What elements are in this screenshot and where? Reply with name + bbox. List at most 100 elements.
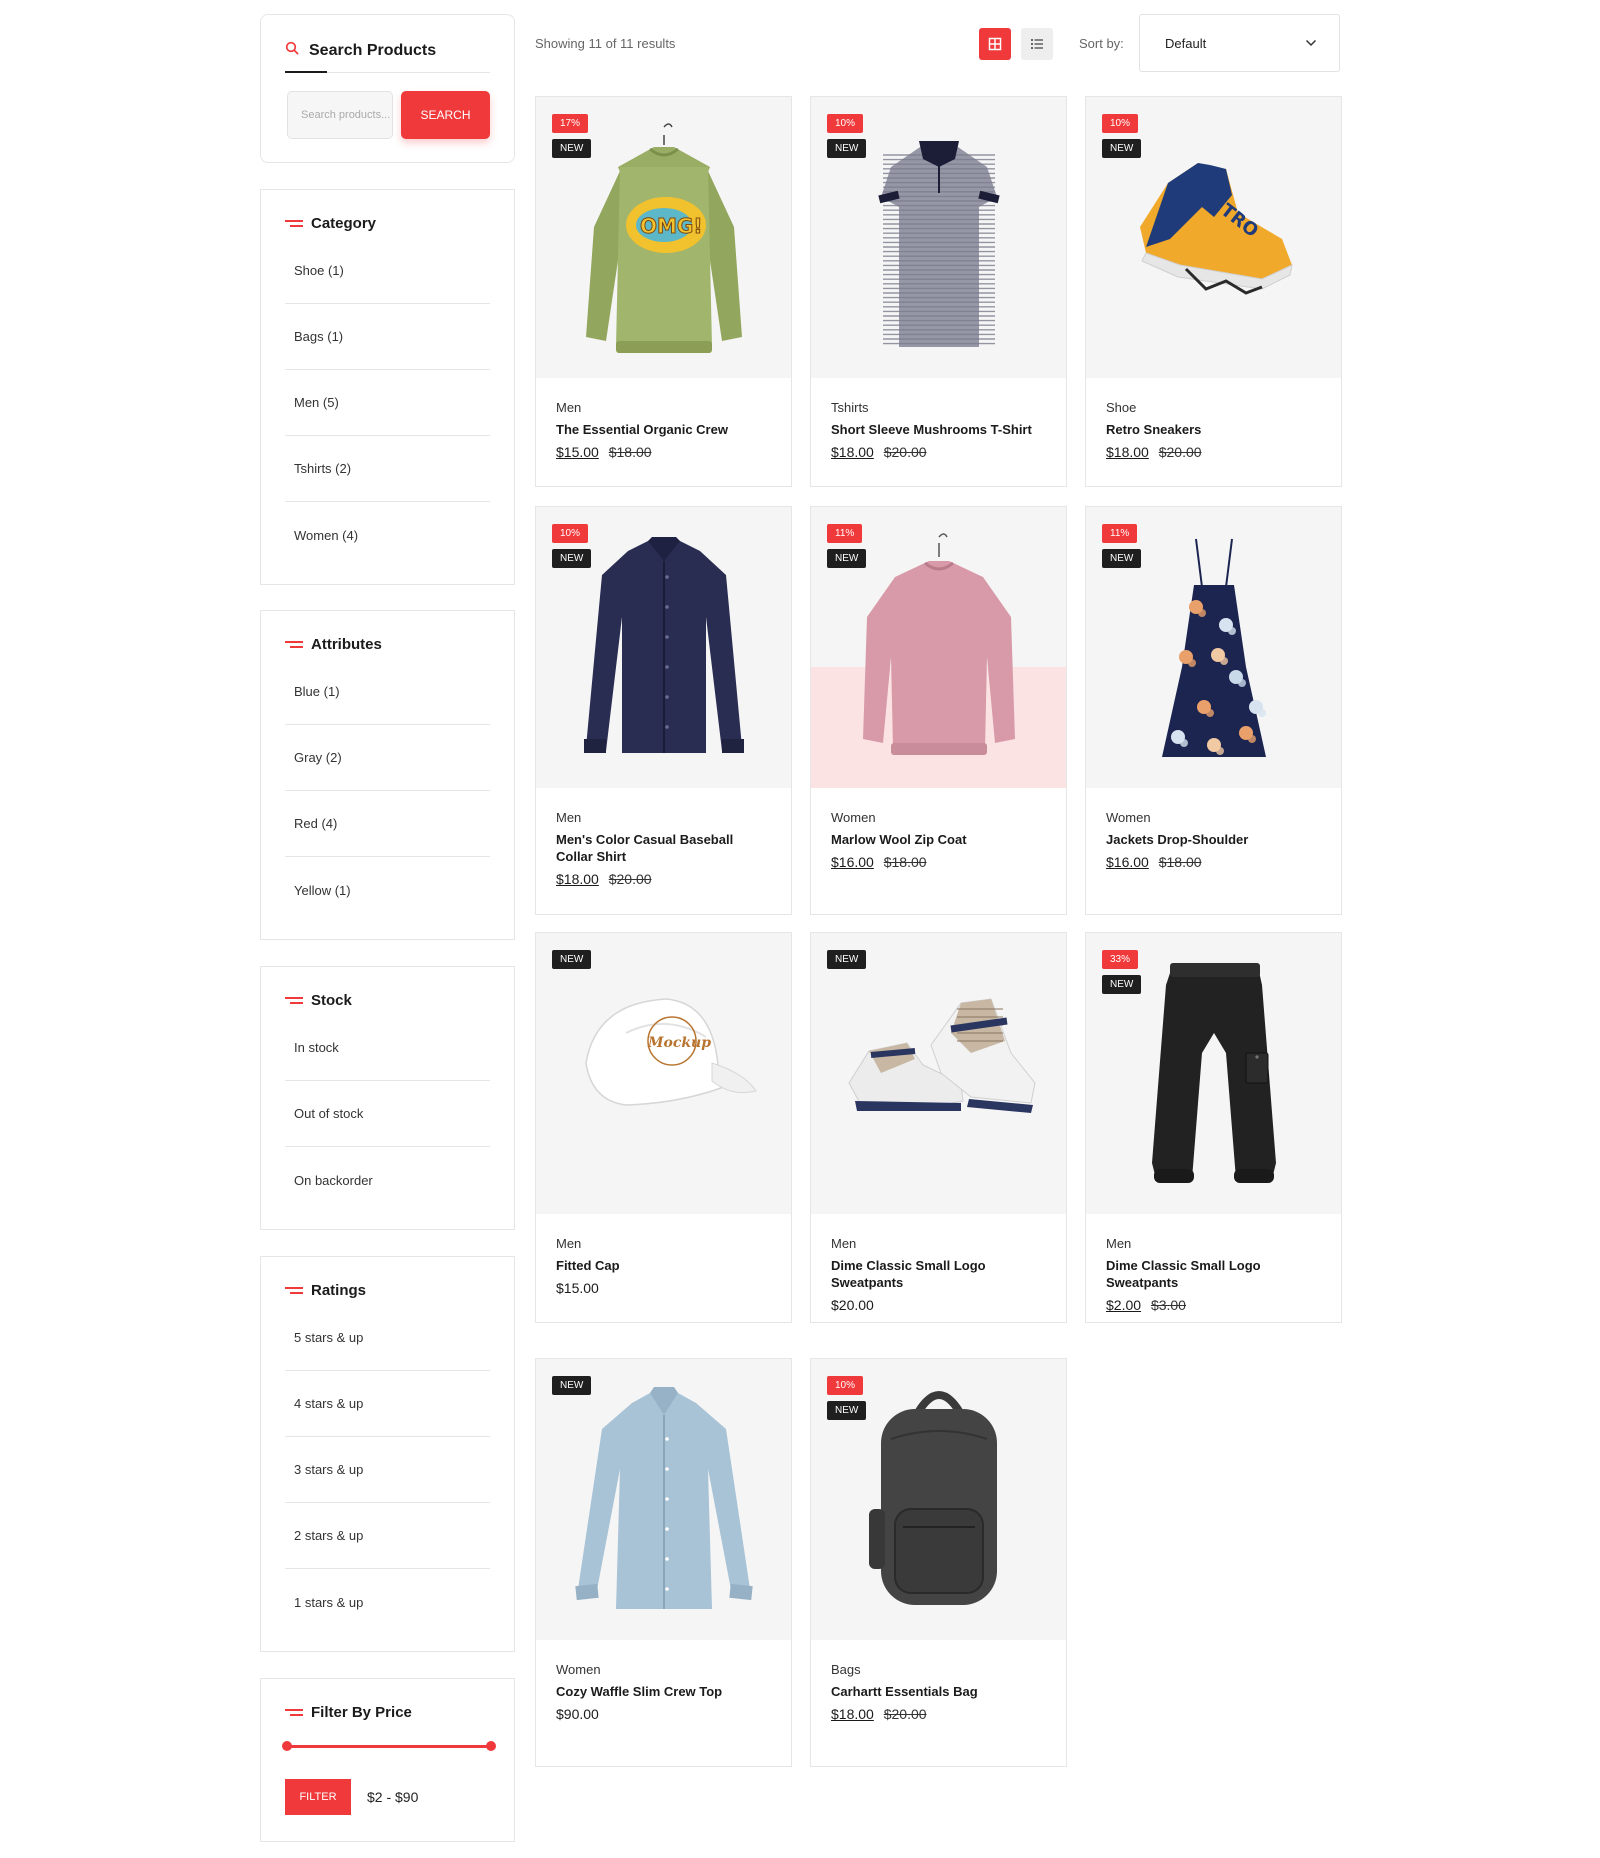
product-card[interactable]: RETRO 10% NEW Shoe Retro Sneakers $18.00…	[1085, 96, 1342, 487]
product-name[interactable]: Retro Sneakers	[1106, 421, 1321, 438]
product-price-row: $90.00	[556, 1706, 771, 1722]
product-card[interactable]: 10% NEW Men Men's Color Casual Baseball …	[535, 506, 792, 915]
product-name[interactable]: Men's Color Casual Baseball Collar Shirt	[556, 831, 771, 865]
product-image[interactable]: 11% NEW	[811, 507, 1066, 788]
product-image[interactable]: RETRO 10% NEW	[1086, 97, 1341, 378]
product-category: Men	[556, 1236, 582, 1251]
new-badge: NEW	[1102, 139, 1142, 158]
product-price: $18.00	[831, 1706, 874, 1722]
price-filter-title: Filter By Price	[285, 1704, 412, 1721]
product-card[interactable]: NEW Men Dime Classic Small Logo Sweatpan…	[810, 932, 1067, 1323]
product-card[interactable]: OMG! 17% NEW Men The Essential Organic C…	[535, 96, 792, 487]
product-card[interactable]: Mockup NEW Men Fitted Cap $15.00	[535, 932, 792, 1323]
product-name[interactable]: Jackets Drop-Shoulder	[1106, 831, 1321, 848]
product-name[interactable]: Dime Classic Small Logo Sweatpants	[831, 1257, 1046, 1291]
attribute-item-yellow[interactable]: Yellow (1)	[285, 857, 490, 923]
product-image[interactable]: OMG! 17% NEW	[536, 97, 791, 378]
product-old-price: $3.00	[1150, 1297, 1186, 1313]
rating-item-2[interactable]: 2 stars & up	[285, 1503, 490, 1569]
product-category: Women	[556, 1662, 601, 1677]
product-name[interactable]: Fitted Cap	[556, 1257, 771, 1274]
product-old-price: $20.00	[1158, 444, 1202, 460]
category-item-shoe[interactable]: Shoe (1)	[285, 238, 490, 304]
product-info: Shoe Retro Sneakers $18.00 $20.00	[1086, 378, 1341, 460]
rating-item-4[interactable]: 4 stars & up	[285, 1371, 490, 1437]
product-image[interactable]: 10% NEW	[536, 507, 791, 788]
new-badge: NEW	[1102, 549, 1142, 568]
product-price: $2.00	[1106, 1297, 1142, 1313]
discount-badge: 11%	[827, 524, 863, 543]
product-name[interactable]: The Essential Organic Crew	[556, 421, 771, 438]
product-card[interactable]: 11% NEW Women Marlow Wool Zip Coat $16.0…	[810, 506, 1067, 915]
product-old-price: $18.00	[1158, 854, 1202, 870]
search-input[interactable]	[287, 91, 393, 139]
search-icon	[285, 41, 299, 60]
sort-select[interactable]: Default	[1139, 14, 1340, 72]
product-category: Shoe	[1106, 400, 1137, 415]
rating-item-1[interactable]: 1 stars & up	[285, 1569, 490, 1635]
rating-item-3[interactable]: 3 stars & up	[285, 1437, 490, 1503]
grid-icon	[988, 37, 1002, 51]
product-name[interactable]: Cozy Waffle Slim Crew Top	[556, 1683, 771, 1700]
product-name[interactable]: Carhartt Essentials Bag	[831, 1683, 1046, 1700]
product-image[interactable]: NEW	[811, 933, 1066, 1214]
product-image[interactable]: NEW	[536, 1359, 791, 1640]
ratings-title-label: Ratings	[311, 1282, 367, 1299]
category-item-tshirts[interactable]: Tshirts (2)	[285, 436, 490, 502]
filter-button[interactable]: FILTER	[285, 1779, 351, 1815]
product-illustration	[575, 1387, 753, 1609]
product-price-row: $2.00 $3.00	[1106, 1297, 1321, 1313]
product-info: Men Men's Color Casual Baseball Collar S…	[536, 788, 791, 887]
product-image[interactable]: Mockup NEW	[536, 933, 791, 1214]
stock-item-in-stock[interactable]: In stock	[285, 1015, 490, 1081]
new-badge: NEW	[552, 549, 592, 568]
attribute-item-red[interactable]: Red (4)	[285, 791, 490, 857]
product-image[interactable]: 11% NEW	[1086, 507, 1341, 788]
search-button[interactable]: SEARCH	[401, 91, 490, 139]
grid-view-button[interactable]	[979, 28, 1011, 60]
new-badge: NEW	[552, 139, 592, 158]
product-illustration	[848, 998, 1036, 1113]
product-info: Men Dime Classic Small Logo Sweatpants $…	[1086, 1214, 1341, 1313]
rating-item-5[interactable]: 5 stars & up	[285, 1305, 490, 1371]
product-category: Men	[831, 1236, 857, 1251]
product-category: Tshirts	[831, 400, 869, 415]
category-item-bags[interactable]: Bags (1)	[285, 304, 490, 370]
new-badge: NEW	[827, 1401, 867, 1420]
product-card[interactable]: 11% NEW Women Jackets Drop-Shoulder $16.…	[1085, 506, 1342, 915]
category-item-men[interactable]: Men (5)	[285, 370, 490, 436]
product-price-row: $18.00 $20.00	[556, 871, 771, 887]
dash-icon	[285, 1287, 303, 1294]
category-item-women[interactable]: Women (4)	[285, 502, 490, 568]
price-range-track[interactable]	[287, 1745, 491, 1748]
product-old-price: $20.00	[883, 1706, 927, 1722]
attribute-item-blue[interactable]: Blue (1)	[285, 659, 490, 725]
product-card[interactable]: 33% NEW Men Dime Classic Small Logo Swea…	[1085, 932, 1342, 1323]
price-min-handle[interactable]	[282, 1741, 292, 1751]
product-image[interactable]: 10% NEW	[811, 97, 1066, 378]
product-price: $20.00	[831, 1297, 874, 1313]
stock-list: In stock Out of stock On backorder	[285, 1015, 490, 1213]
product-name[interactable]: Short Sleeve Mushrooms T-Shirt	[831, 421, 1046, 438]
product-price-row: $18.00 $20.00	[1106, 444, 1321, 460]
stock-item-out-of-stock[interactable]: Out of stock	[285, 1081, 490, 1147]
product-image[interactable]: 10% NEW	[811, 1359, 1066, 1640]
product-name[interactable]: Marlow Wool Zip Coat	[831, 831, 1046, 848]
product-price-row: $18.00 $20.00	[831, 1706, 1046, 1722]
price-filter-title-label: Filter By Price	[311, 1704, 412, 1721]
product-card[interactable]: 10% NEW Bags Carhartt Essentials Bag $18…	[810, 1358, 1067, 1767]
product-name[interactable]: Dime Classic Small Logo Sweatpants	[1106, 1257, 1321, 1291]
list-view-button[interactable]	[1021, 28, 1053, 60]
product-image[interactable]: 33% NEW	[1086, 933, 1341, 1214]
attribute-item-gray[interactable]: Gray (2)	[285, 725, 490, 791]
stock-item-on-backorder[interactable]: On backorder	[285, 1147, 490, 1213]
product-category: Men	[556, 400, 582, 415]
discount-badge: 17%	[552, 114, 589, 133]
product-card[interactable]: 10% NEW Tshirts Short Sleeve Mushrooms T…	[810, 96, 1067, 487]
dash-icon	[285, 220, 303, 227]
svg-text:OMG!: OMG!	[640, 214, 702, 238]
product-card[interactable]: NEW Women Cozy Waffle Slim Crew Top $90.…	[535, 1358, 792, 1767]
price-max-handle[interactable]	[486, 1741, 496, 1751]
product-info: Men The Essential Organic Crew $15.00 $1…	[536, 378, 791, 460]
discount-badge: 11%	[1102, 524, 1138, 543]
